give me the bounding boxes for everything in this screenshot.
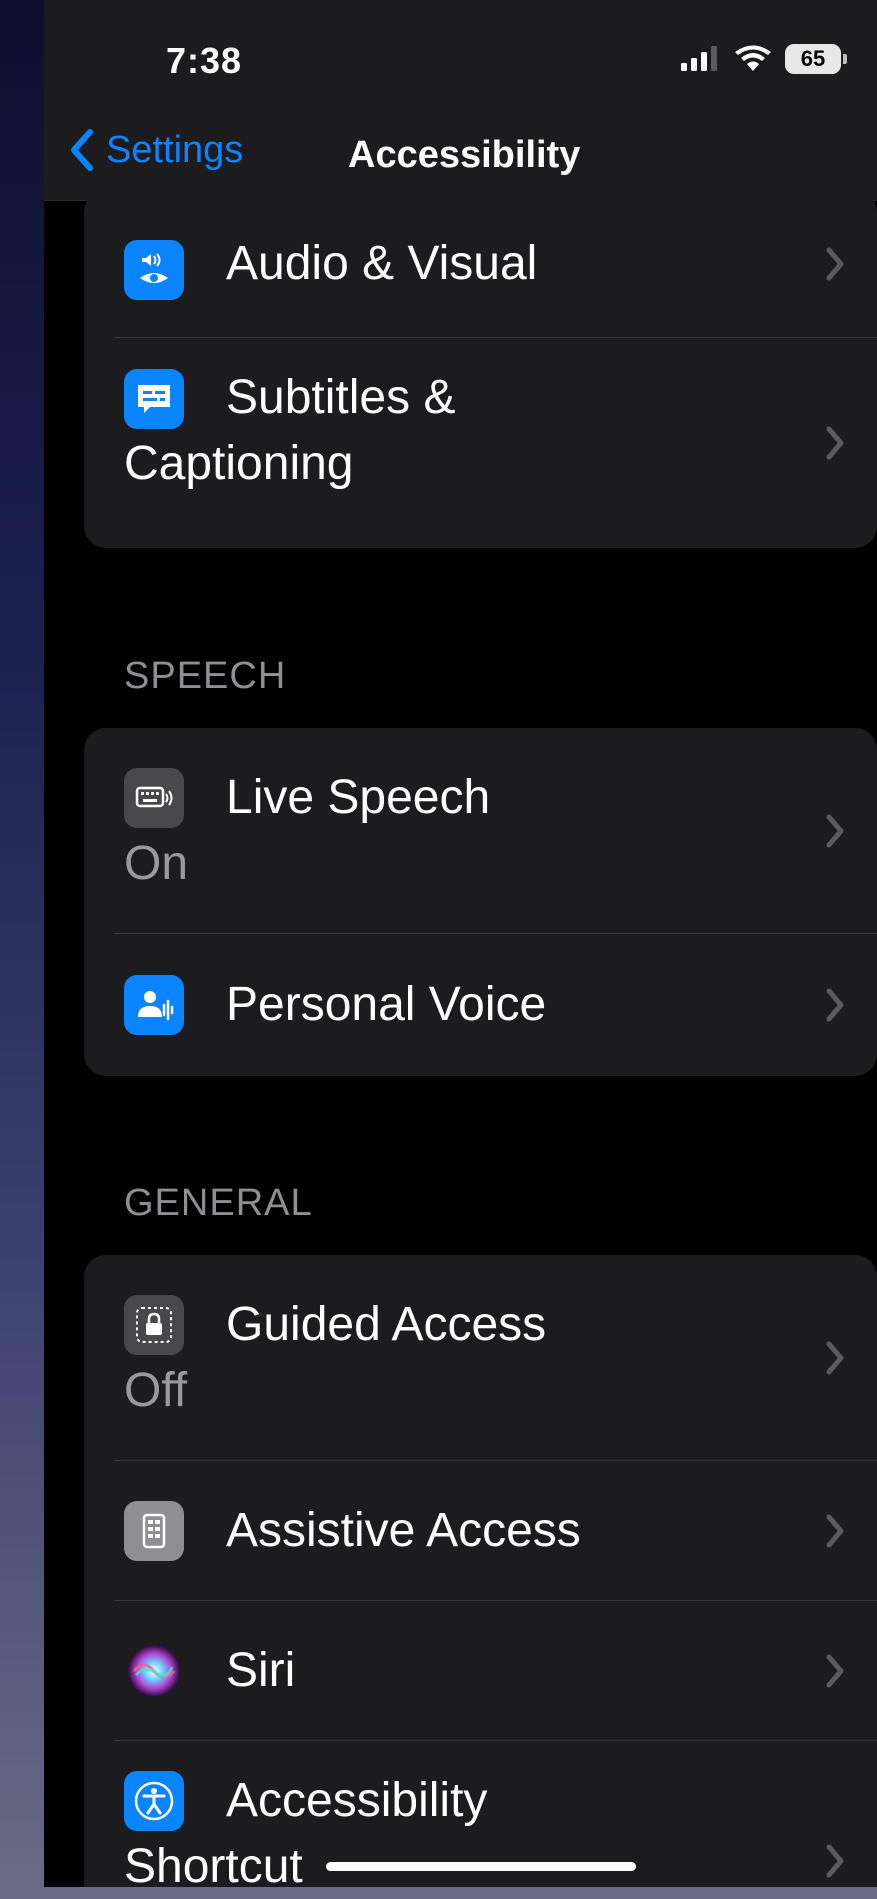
subtitles-label-line2: Captioning bbox=[124, 437, 354, 490]
accessibility-shortcut-label-line1: Accessibility bbox=[226, 1774, 488, 1827]
status-bar: 7:38 65 bbox=[44, 0, 877, 100]
row-subtitles-captioning[interactable]: Subtitles & Captioning bbox=[84, 338, 877, 548]
audio-visual-icon bbox=[124, 240, 184, 300]
subtitles-icon bbox=[124, 369, 184, 429]
accessibility-shortcut-label-line2: Shortcut bbox=[124, 1840, 303, 1887]
back-button[interactable]: Settings bbox=[68, 128, 243, 172]
chevron-right-icon bbox=[826, 988, 844, 1022]
row-personal-voice[interactable]: Personal Voice bbox=[84, 934, 877, 1076]
navigation-bar: Settings Accessibility bbox=[44, 100, 877, 201]
row-guided-access[interactable]: Guided Access Off bbox=[84, 1255, 877, 1461]
general-group: Guided Access Off Assistive Access Siri … bbox=[84, 1255, 877, 1887]
status-icons: 65 bbox=[681, 44, 847, 74]
guided-access-icon bbox=[124, 1295, 184, 1355]
siri-label: Siri bbox=[226, 1644, 296, 1697]
guided-access-label: Guided Access bbox=[226, 1298, 547, 1351]
live-speech-label: Live Speech bbox=[226, 771, 491, 824]
hearing-group: Audio & Visual Subtitles & Captioning bbox=[84, 190, 877, 548]
guided-access-value: Off bbox=[124, 1364, 188, 1417]
status-time: 7:38 bbox=[166, 40, 243, 81]
wifi-icon bbox=[735, 45, 771, 71]
phone-screen: 7:38 65 Settings Accessibility Audio & V… bbox=[44, 0, 877, 1887]
battery-icon: 65 bbox=[785, 44, 847, 74]
personal-voice-icon bbox=[124, 975, 184, 1035]
chevron-right-icon bbox=[826, 1514, 844, 1548]
section-header-general: GENERAL bbox=[124, 1182, 313, 1224]
row-live-speech[interactable]: Live Speech On bbox=[84, 728, 877, 934]
chevron-left-icon bbox=[71, 129, 93, 171]
personal-voice-label: Personal Voice bbox=[226, 978, 547, 1031]
page-title: Accessibility bbox=[348, 134, 581, 176]
chevron-right-icon bbox=[826, 1844, 844, 1878]
keyboard-speech-icon bbox=[124, 768, 184, 828]
audio-visual-label: Audio & Visual bbox=[226, 237, 538, 290]
row-siri[interactable]: Siri bbox=[84, 1601, 877, 1741]
chevron-right-icon bbox=[826, 1654, 844, 1688]
subtitles-label-line1: Subtitles & bbox=[226, 371, 456, 424]
section-header-speech: SPEECH bbox=[124, 655, 287, 697]
chevron-right-icon bbox=[826, 247, 844, 281]
row-audio-visual[interactable]: Audio & Visual bbox=[84, 190, 877, 338]
assistive-access-label: Assistive Access bbox=[226, 1504, 581, 1557]
speech-group: Live Speech On Personal Voice bbox=[84, 728, 877, 1076]
chevron-right-icon bbox=[826, 1341, 844, 1375]
siri-icon bbox=[124, 1641, 184, 1701]
accessibility-shortcut-icon bbox=[124, 1771, 184, 1831]
chevron-right-icon bbox=[826, 426, 844, 460]
live-speech-value: On bbox=[124, 837, 189, 890]
signal-icon bbox=[681, 46, 717, 71]
assistive-access-icon bbox=[124, 1501, 184, 1561]
back-button-label: Settings bbox=[106, 128, 244, 171]
row-assistive-access[interactable]: Assistive Access bbox=[84, 1461, 877, 1601]
home-indicator[interactable] bbox=[326, 1862, 636, 1871]
chevron-right-icon bbox=[826, 814, 844, 848]
